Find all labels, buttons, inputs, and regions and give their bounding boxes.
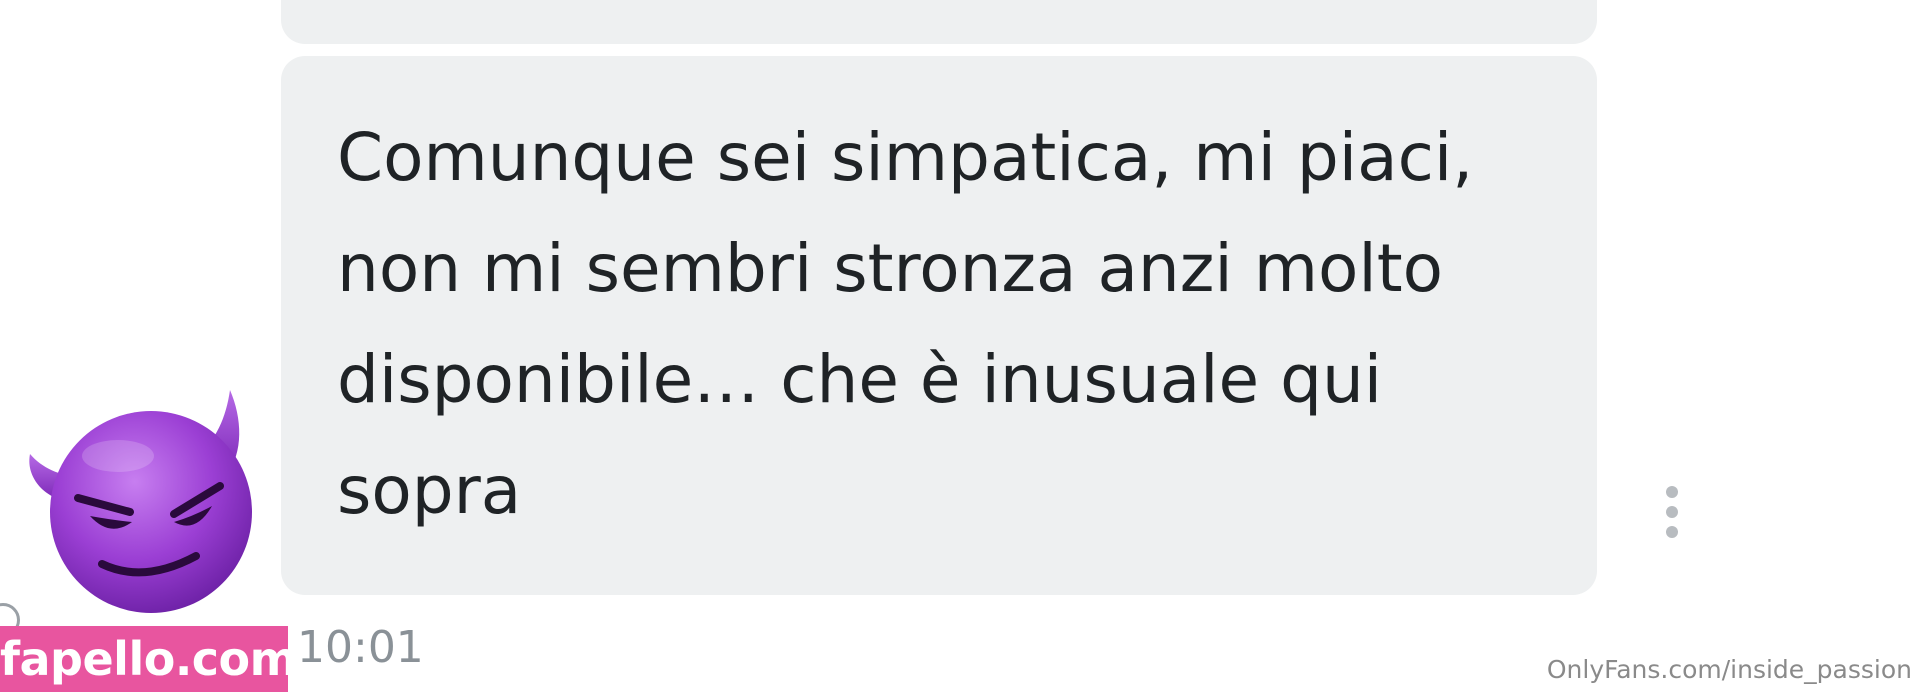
message-timestamp: 10:01 [297,622,424,673]
smiling-devil-emoji-icon [20,388,256,616]
message-text: Comunque sei simpatica, mi piaci, non mi… [337,119,1474,529]
chat-screen: Comunque sei simpatica, mi piaci, non mi… [0,0,1920,692]
source-watermark: OnlyFans.com/inside_passion [1546,655,1912,684]
site-watermark: fapello.com [0,626,298,692]
vertical-dots-icon[interactable] [1663,484,1681,540]
message-bubble[interactable]: Comunque sei simpatica, mi piaci, non mi… [281,56,1597,595]
previous-message-bubble[interactable] [281,0,1597,44]
